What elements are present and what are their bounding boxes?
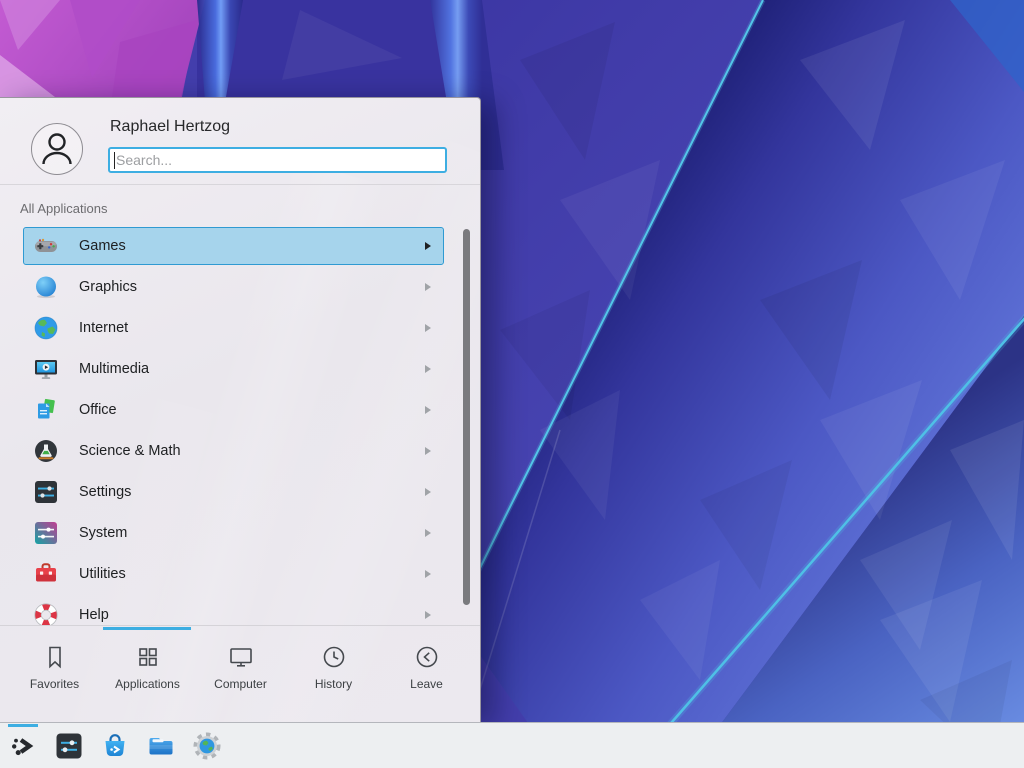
tab-label: History	[315, 677, 352, 691]
header-separator	[0, 184, 480, 185]
tab-label: Favorites	[30, 677, 79, 691]
toolbox-icon	[33, 561, 59, 587]
category-label: System	[79, 525, 127, 541]
shopping-bag-icon	[100, 731, 130, 761]
globe-icon	[33, 315, 59, 341]
tab-label: Applications	[115, 677, 180, 691]
sliders-dark-icon	[33, 479, 59, 505]
category-multimedia[interactable]: Multimedia	[23, 350, 444, 388]
section-label: All Applications	[20, 201, 107, 216]
app-launcher-button[interactable]	[8, 731, 38, 761]
flask-icon	[33, 438, 59, 464]
category-list: Games Graphics	[0, 224, 481, 625]
category-science-math[interactable]: Science & Math	[23, 432, 444, 470]
category-label: Help	[79, 607, 109, 623]
user-avatar[interactable]	[31, 123, 83, 175]
category-graphics[interactable]: Graphics	[23, 268, 444, 306]
category-internet[interactable]: Internet	[23, 309, 444, 347]
bookmark-icon	[41, 643, 69, 671]
pinned-apps	[8, 723, 222, 761]
tab-favorites[interactable]: Favorites	[8, 626, 101, 722]
web-browser-button[interactable]	[192, 731, 222, 761]
grid-icon	[134, 643, 162, 671]
clock-icon	[320, 643, 348, 671]
category-utilities[interactable]: Utilities	[23, 555, 444, 593]
submenu-arrow-icon	[425, 283, 431, 291]
active-tab-indicator	[103, 627, 191, 630]
category-label: Multimedia	[79, 361, 149, 377]
category-label: Settings	[79, 484, 131, 500]
launcher-tabbar: Favorites Applications Computer	[0, 625, 481, 722]
system-settings-button[interactable]	[54, 731, 84, 761]
submenu-arrow-icon	[425, 242, 431, 250]
submenu-arrow-icon	[425, 529, 431, 537]
submenu-arrow-icon	[425, 488, 431, 496]
category-games[interactable]: Games	[23, 227, 444, 265]
category-label: Games	[79, 238, 126, 254]
file-manager-button[interactable]	[146, 731, 176, 761]
application-launcher-menu: Raphael Hertzog All Applications	[0, 97, 481, 722]
tab-computer[interactable]: Computer	[194, 626, 287, 722]
monitor-play-icon	[33, 356, 59, 382]
scrollbar[interactable]	[463, 229, 470, 605]
category-system[interactable]: System	[23, 514, 444, 552]
category-help[interactable]: Help	[23, 596, 444, 625]
submenu-arrow-icon	[425, 406, 431, 414]
globe-gear-icon	[192, 731, 222, 761]
documents-icon	[33, 397, 59, 423]
submenu-arrow-icon	[425, 447, 431, 455]
category-office[interactable]: Office	[23, 391, 444, 429]
submenu-arrow-icon	[425, 365, 431, 373]
folder-icon	[146, 731, 176, 761]
category-label: Graphics	[79, 279, 137, 295]
submenu-arrow-icon	[425, 324, 431, 332]
desktop: Raphael Hertzog All Applications	[0, 0, 1024, 768]
category-settings[interactable]: Settings	[23, 473, 444, 511]
monitor-icon	[227, 643, 255, 671]
tab-applications[interactable]: Applications	[101, 626, 194, 722]
user-icon	[32, 124, 82, 174]
submenu-arrow-icon	[425, 570, 431, 578]
lifebuoy-icon	[33, 602, 59, 625]
graphics-ball-icon	[33, 274, 59, 300]
tab-history[interactable]: History	[287, 626, 380, 722]
category-label: Science & Math	[79, 443, 181, 459]
text-cursor	[114, 152, 115, 169]
settings-sliders-icon	[54, 731, 84, 761]
kde-launcher-icon	[8, 731, 38, 761]
leave-icon	[413, 643, 441, 671]
tab-label: Computer	[214, 677, 267, 691]
user-name: Raphael Hertzog	[110, 118, 230, 136]
category-label: Office	[79, 402, 117, 418]
category-label: Internet	[79, 320, 128, 336]
sliders-color-icon	[33, 520, 59, 546]
category-label: Utilities	[79, 566, 126, 582]
discover-store-button[interactable]	[100, 731, 130, 761]
submenu-arrow-icon	[425, 611, 431, 619]
taskbar: ES 7:03 PM 4/24/21	[0, 722, 1024, 768]
tab-leave[interactable]: Leave	[380, 626, 473, 722]
gamepad-icon	[33, 233, 59, 259]
search-input[interactable]	[108, 147, 447, 173]
tab-label: Leave	[410, 677, 443, 691]
